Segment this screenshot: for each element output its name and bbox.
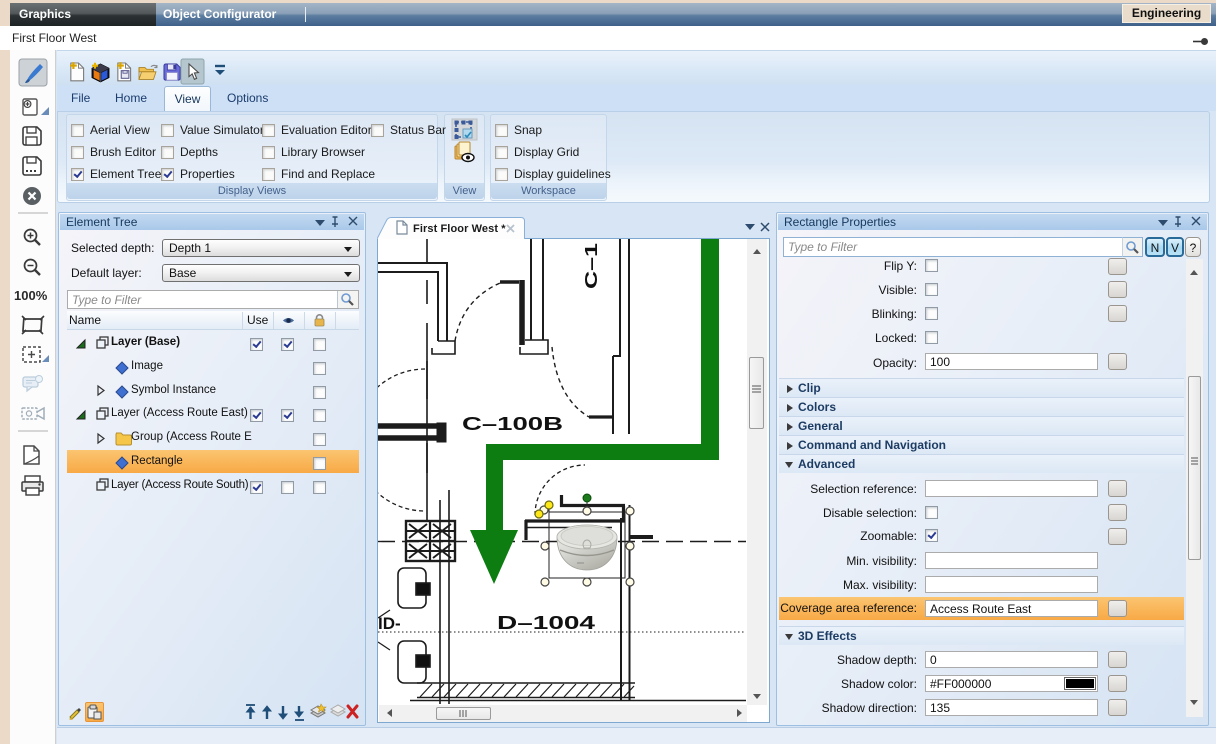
svg-text:100%: 100%: [14, 288, 48, 303]
svg-text:C–100B: C–100B: [462, 413, 563, 434]
svg-text:ID-: ID-: [378, 614, 401, 633]
svg-text:C–1: C–1: [581, 243, 601, 289]
svg-text:D–1004: D–1004: [497, 612, 596, 633]
